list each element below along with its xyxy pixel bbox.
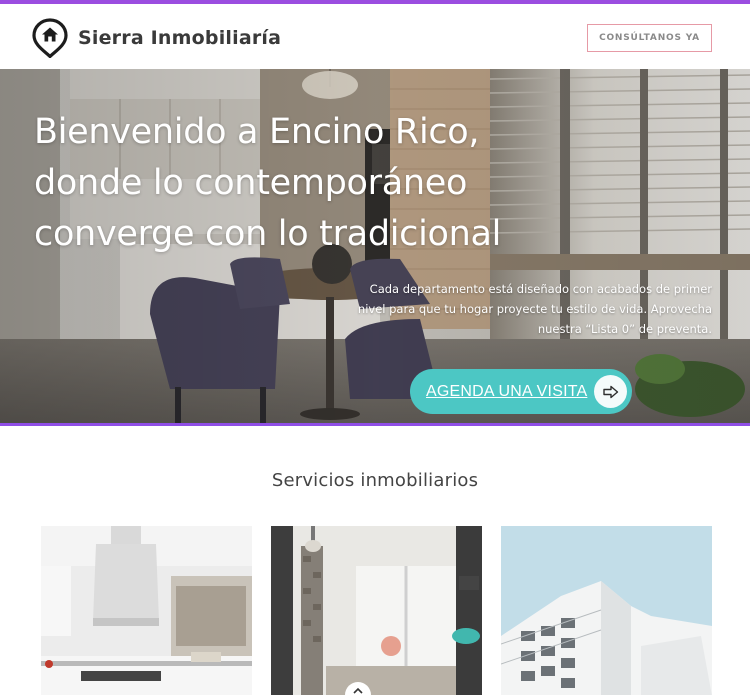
service-card-living-room[interactable] xyxy=(271,526,482,695)
logo-link[interactable]: Sierra Inmobiliaría xyxy=(32,18,281,58)
arrow-right-icon xyxy=(594,375,627,408)
hero-title-line-2: donde lo contemporáneo xyxy=(34,163,468,203)
hero-section: Bienvenido a Encino Rico, donde lo conte… xyxy=(0,69,750,425)
hero-title-line-3: converge con lo tradicional xyxy=(34,214,502,254)
contact-us-button[interactable]: CONSÚLTANOS YA xyxy=(587,24,712,52)
schedule-visit-label: AGENDA UNA VISITA xyxy=(426,382,588,400)
services-title: Servicios inmobiliarios xyxy=(271,470,479,491)
hero-description: Cada departamento está diseñado con acab… xyxy=(357,282,712,336)
brand-name: Sierra Inmobiliaría xyxy=(78,27,282,49)
hero-title-line-1: Bienvenido a Encino Rico, xyxy=(34,112,480,152)
modern-kitchen-photo xyxy=(41,526,252,695)
schedule-visit-button[interactable]: AGENDA UNA VISITA xyxy=(410,369,632,414)
apartment-living-room-photo xyxy=(271,526,482,695)
service-card-kitchen[interactable] xyxy=(41,526,252,695)
white-building-facade-photo xyxy=(501,526,712,695)
site-header: Sierra Inmobiliaría CONSÚLTANOS YA xyxy=(0,4,750,69)
chevron-up-icon xyxy=(353,687,363,694)
service-card-building[interactable] xyxy=(501,526,712,695)
hero-bottom-accent xyxy=(0,423,750,426)
home-pin-icon xyxy=(32,18,68,58)
hero-title: Bienvenido a Encino Rico, donde lo conte… xyxy=(34,107,634,260)
